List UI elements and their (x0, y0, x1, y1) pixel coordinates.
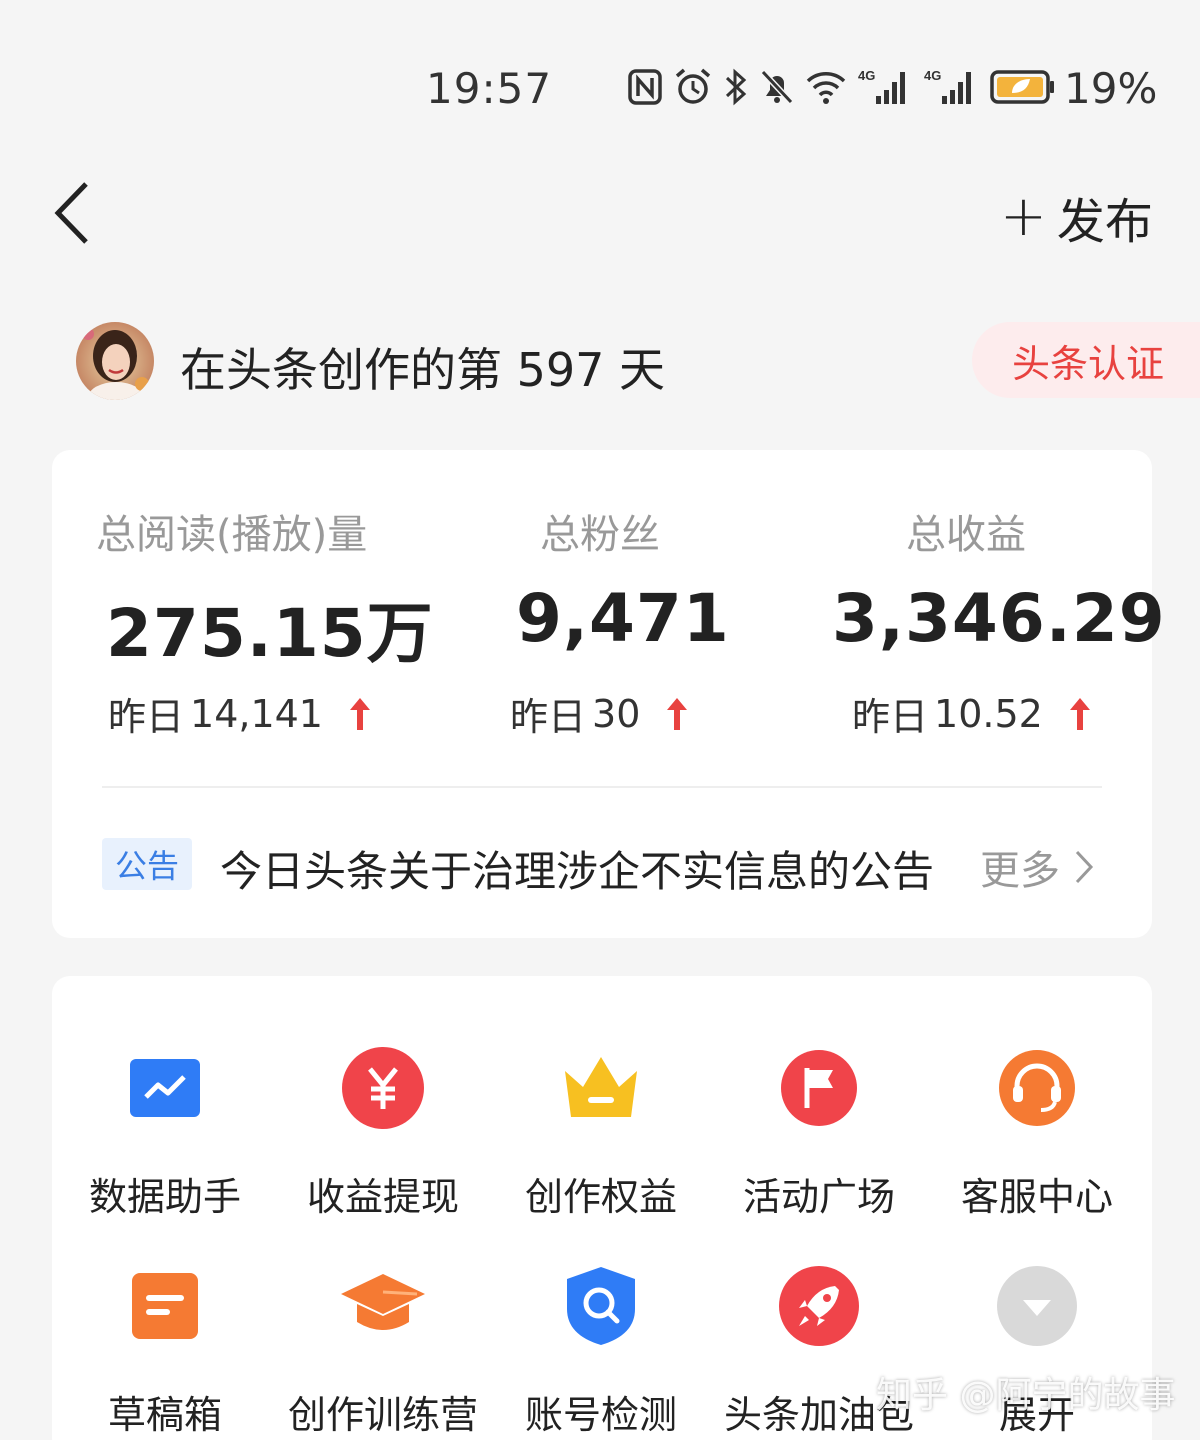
creator-center-page: 19:57 4G 4G 19% + 发布 在头条创作的第 597 天 头条认证 … (0, 0, 1200, 1440)
expand-icon (997, 1266, 1077, 1346)
more-label: 更多 (980, 848, 1060, 894)
tool-customer-service[interactable]: 客服中心 (928, 1042, 1146, 1221)
signal-4g-icon: 4G (924, 68, 971, 104)
battery-percent: 19% (1064, 64, 1158, 113)
notice-tag: 公告 (102, 838, 192, 890)
avatar[interactable] (76, 322, 154, 400)
arrow-up-icon (1069, 697, 1090, 730)
graduation-cap-icon (341, 1274, 425, 1330)
stat-delta-earnings: 昨日 10.52 (852, 686, 1093, 741)
divider (102, 786, 1102, 788)
tool-data-assistant[interactable]: 数据助手 (56, 1042, 274, 1221)
tool-label: 创作权益 (524, 1175, 677, 1219)
tool-label: 创作训练营 (287, 1393, 478, 1437)
yesterday-label: 昨日 (510, 695, 587, 739)
plus-icon: + (1000, 184, 1047, 249)
certification-badge[interactable]: 头条认证 (972, 322, 1200, 398)
notice-more-link[interactable]: 更多 (980, 838, 1094, 896)
yesterday-label: 昨日 (108, 695, 185, 739)
battery-icon (990, 70, 1054, 104)
mute-icon (760, 69, 794, 105)
shield-search-icon (567, 1267, 635, 1345)
tool-label: 客服中心 (960, 1175, 1113, 1219)
nfc-icon (628, 69, 662, 105)
stat-delta-fans: 昨日 30 (510, 686, 690, 741)
arrow-up-icon (667, 697, 688, 730)
tool-creator-rights[interactable]: 创作权益 (492, 1042, 710, 1221)
yesterday-label: 昨日 (852, 695, 929, 739)
stat-value-reads[interactable]: 275.15万 (106, 580, 434, 676)
signal-4g-icon: 4G (858, 68, 905, 104)
tool-label: 数据助手 (88, 1175, 241, 1219)
yuan-icon (342, 1047, 424, 1129)
publish-button[interactable]: + 发布 (1000, 182, 1153, 252)
chevron-right-icon (1075, 850, 1094, 884)
svg-text:4G: 4G (924, 68, 941, 83)
tool-label: 活动广场 (742, 1175, 895, 1219)
flag-icon (781, 1050, 857, 1126)
tool-label: 草稿箱 (107, 1393, 222, 1437)
chevron-left-icon[interactable] (48, 178, 98, 248)
svg-text:4G: 4G (858, 68, 875, 83)
tool-drafts[interactable]: 草稿箱 (56, 1260, 274, 1439)
status-time: 19:57 (426, 64, 553, 113)
stat-value-earnings[interactable]: 3,346.29 (832, 580, 1166, 657)
status-bar: 19:57 4G 4G 19% (0, 0, 1200, 120)
yesterday-value: 10.52 (934, 691, 1043, 736)
status-icons: 4G 4G (628, 68, 1056, 106)
tool-label: 收益提现 (306, 1175, 459, 1219)
rocket-icon (779, 1266, 859, 1346)
tool-earnings-withdraw[interactable]: 收益提现 (274, 1042, 492, 1221)
stats-card: 总阅读(播放)量 275.15万 昨日 14,141 总粉丝 9,471 昨日 … (52, 450, 1165, 938)
stat-delta-reads: 昨日 14,141 (108, 686, 373, 741)
creation-days-text: 在头条创作的第 597 天 (180, 343, 666, 397)
draft-icon (132, 1273, 198, 1339)
headset-icon (999, 1050, 1075, 1126)
tool-training-camp[interactable]: 创作训练营 (274, 1260, 492, 1439)
stat-label-fans: 总粉丝 (540, 512, 660, 558)
yesterday-value: 14,141 (190, 691, 323, 736)
watermark: 知乎 @阿宁的故事 (876, 1375, 1176, 1416)
bluetooth-icon (725, 68, 747, 106)
crown-icon (565, 1057, 637, 1117)
yesterday-value: 30 (592, 691, 641, 736)
publish-label: 发布 (1056, 194, 1153, 250)
tool-label: 账号检测 (524, 1393, 677, 1437)
stat-value-fans[interactable]: 9,471 (516, 580, 730, 657)
tool-activity-plaza[interactable]: 活动广场 (710, 1042, 928, 1221)
arrow-up-icon (349, 697, 370, 730)
stat-label-earnings: 总收益 (906, 512, 1026, 558)
chart-icon (130, 1059, 200, 1117)
stat-label-reads: 总阅读(播放)量 (96, 512, 368, 558)
tool-account-check[interactable]: 账号检测 (492, 1260, 710, 1439)
alarm-icon (675, 68, 711, 104)
wifi-icon (806, 72, 846, 104)
notice-text[interactable]: 今日头条关于治理涉企不实信息的公告 (220, 838, 934, 899)
